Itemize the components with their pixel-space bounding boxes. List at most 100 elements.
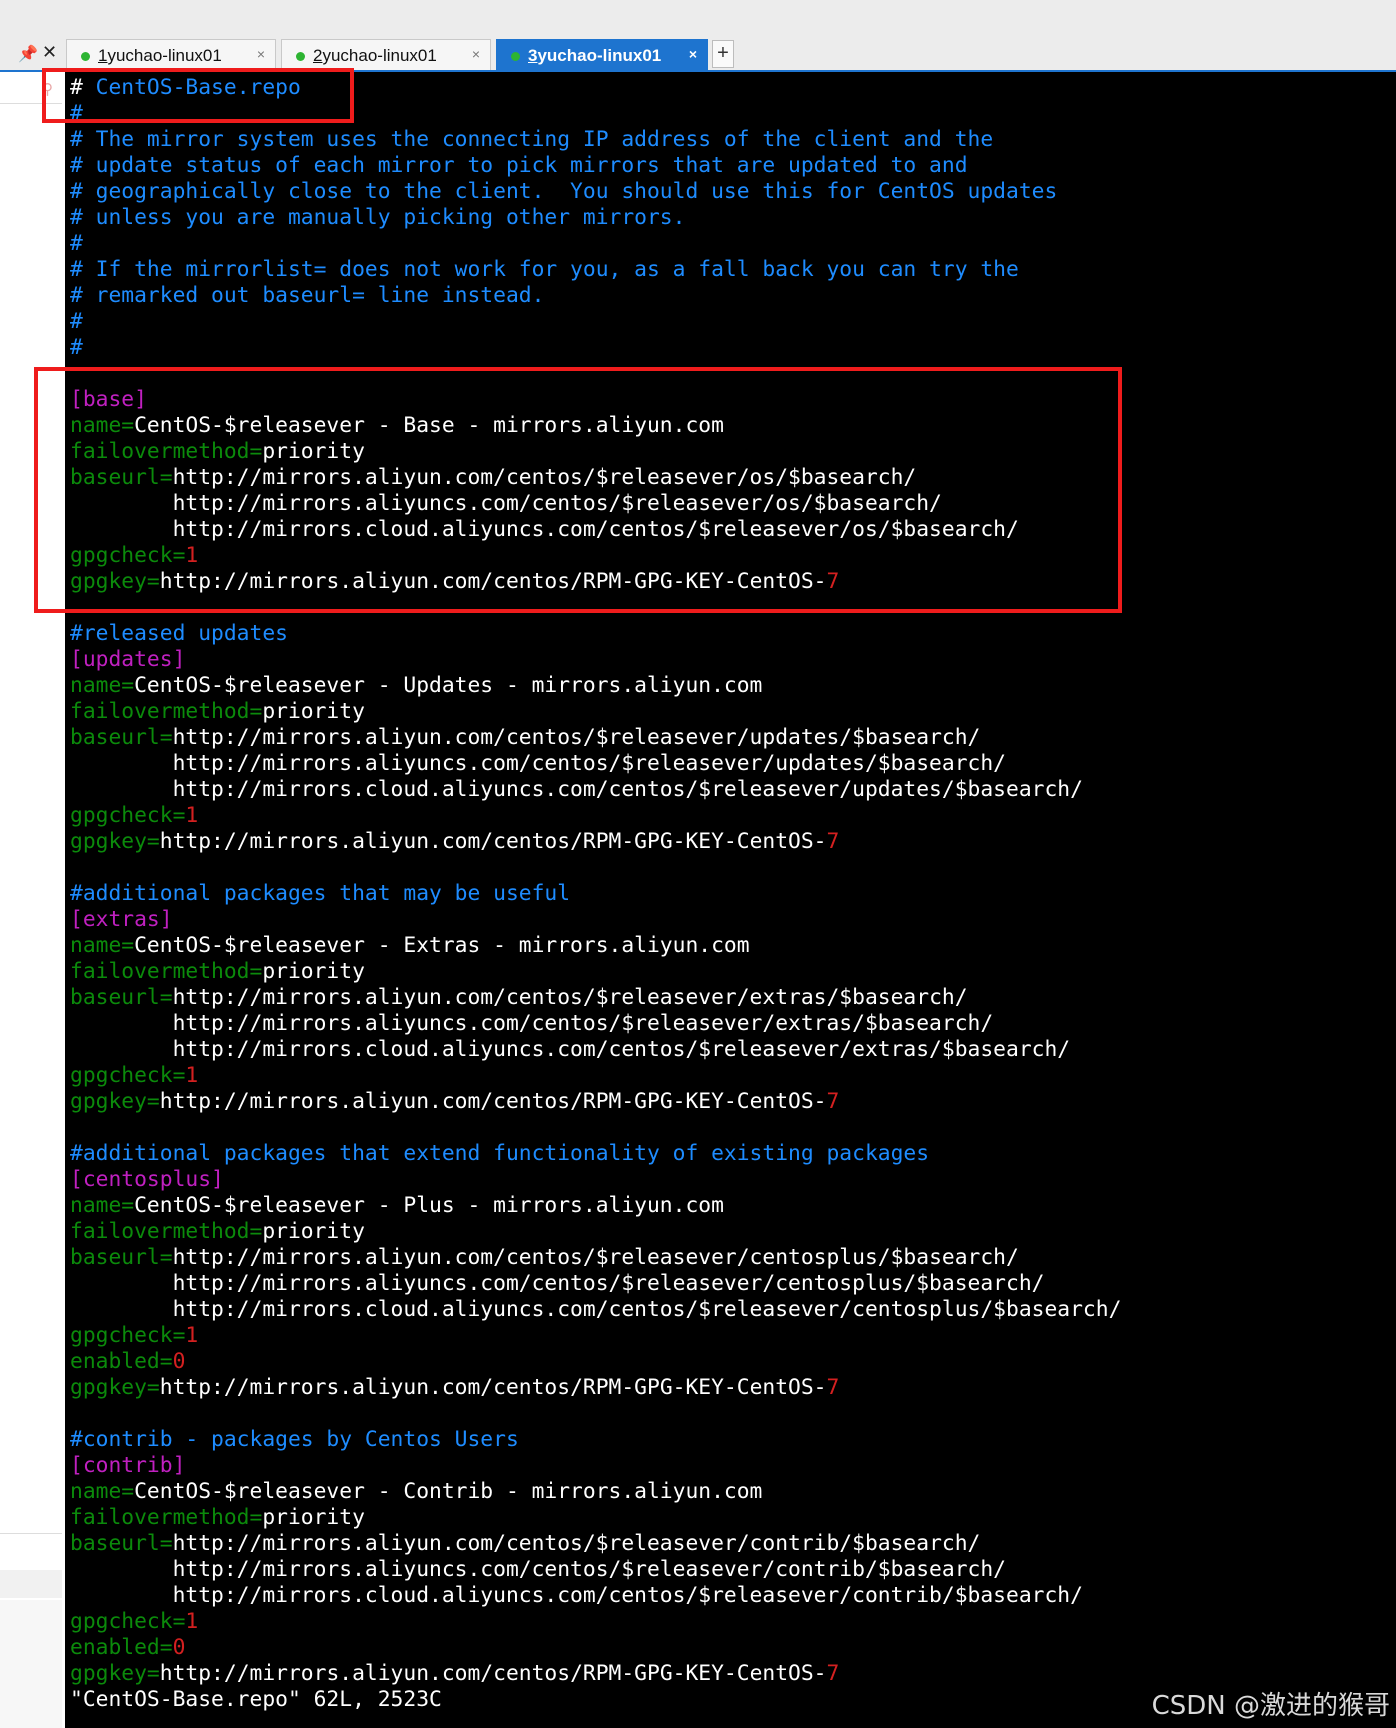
terminal-text: name= xyxy=(70,1193,135,1218)
terminal-text: http://mirrors.aliyun.com/centos/$releas… xyxy=(172,465,917,490)
terminal-text: gpgkey= xyxy=(70,569,160,594)
terminal-text: 1 xyxy=(185,543,199,568)
terminal-text: name= xyxy=(70,413,135,438)
terminal-text: priority xyxy=(262,1219,365,1244)
terminal-text: 7 xyxy=(826,829,840,854)
terminal-text: http://mirrors.cloud.aliyuncs.com/centos… xyxy=(70,1297,1122,1322)
panel-row xyxy=(0,1600,62,1728)
terminal-text: http://mirrors.aliyuncs.com/centos/$rele… xyxy=(70,1557,1006,1582)
tab-label: yuchao-linux01 xyxy=(107,46,222,65)
terminal-text: gpgcheck= xyxy=(70,1323,186,1348)
terminal-text: #additional packages that may be useful xyxy=(70,881,571,906)
terminal-text: http://mirrors.cloud.aliyuncs.com/centos… xyxy=(70,777,1083,802)
tab-session-2[interactable]: 2 yuchao-linux01 × xyxy=(281,39,491,72)
terminal-text: http://mirrors.aliyun.com/centos/RPM-GPG… xyxy=(159,1661,827,1686)
tab-number: 3 xyxy=(528,46,538,65)
terminal-text: CentOS-$releasever - Base - mirrors.aliy… xyxy=(134,413,724,438)
close-icon[interactable]: ✕ xyxy=(42,42,57,63)
terminal-text: baseurl= xyxy=(70,985,173,1010)
terminal-text: [updates] xyxy=(70,647,186,672)
terminal-text: 7 xyxy=(826,569,840,594)
terminal-text: http://mirrors.aliyuncs.com/centos/$rele… xyxy=(70,491,942,516)
terminal-line: [updates] xyxy=(70,647,1121,673)
terminal-text: gpgkey= xyxy=(70,1661,160,1686)
terminal-line: http://mirrors.cloud.aliyuncs.com/centos… xyxy=(70,1583,1121,1609)
terminal-text: #contrib - packages by Centos Users xyxy=(70,1427,519,1452)
terminal-line: gpgcheck=1 xyxy=(70,803,1121,829)
tab-number: 2 xyxy=(313,46,323,65)
terminal-text: failovermethod= xyxy=(70,439,263,464)
terminal-line: http://mirrors.cloud.aliyuncs.com/centos… xyxy=(70,1297,1122,1323)
terminal-line: baseurl=http://mirrors.aliyun.com/centos… xyxy=(70,1531,1121,1557)
terminal-text: name= xyxy=(70,1479,135,1504)
terminal-text: CentOS-$releasever - Contrib - mirrors.a… xyxy=(134,1479,763,1504)
terminal-line: name=CentOS-$releasever - Plus - mirrors… xyxy=(70,1193,1121,1219)
terminal-line: http://mirrors.aliyuncs.com/centos/$rele… xyxy=(70,491,1121,517)
tab-session-1[interactable]: 1 yuchao-linux01 × xyxy=(66,39,276,72)
terminal-line: failovermethod=priority xyxy=(70,1505,1121,1531)
terminal-text: enabled= xyxy=(70,1635,173,1660)
terminal-text: CentOS-$releasever - Plus - mirrors.aliy… xyxy=(134,1193,724,1218)
terminal-line: http://mirrors.aliyuncs.com/centos/$rele… xyxy=(70,1011,1121,1037)
terminal-text: name= xyxy=(70,933,135,958)
terminal-text: priority xyxy=(262,439,365,464)
new-tab-button[interactable]: + xyxy=(712,40,734,68)
terminal-line: http://mirrors.aliyuncs.com/centos/$rele… xyxy=(70,1271,1121,1297)
tab-close-button[interactable]: × xyxy=(689,46,697,62)
terminal-text: http://mirrors.cloud.aliyuncs.com/centos… xyxy=(70,517,1019,542)
terminal-text: http://mirrors.aliyun.com/centos/$releas… xyxy=(172,725,981,750)
watermark: CSDN @激进的猴哥 xyxy=(1151,1691,1390,1721)
terminal-text: priority xyxy=(262,959,365,984)
terminal-text: http://mirrors.cloud.aliyuncs.com/centos… xyxy=(70,1583,1083,1608)
terminal-text: gpgkey= xyxy=(70,829,160,854)
terminal-text: failovermethod= xyxy=(70,1219,263,1244)
terminal-line: gpgcheck=1 xyxy=(70,1323,1121,1349)
connection-status-icon xyxy=(511,51,520,61)
terminal-text: http://mirrors.aliyun.com/centos/RPM-GPG… xyxy=(159,829,827,854)
terminal-line: http://mirrors.aliyuncs.com/centos/$rele… xyxy=(70,1557,1121,1583)
terminal-text: 1 xyxy=(185,1323,199,1348)
tab-session-3[interactable]: 3 yuchao-linux01 × xyxy=(496,39,708,72)
terminal-text: http://mirrors.aliyuncs.com/centos/$rele… xyxy=(70,1271,1045,1296)
terminal-text: # The mirror system uses the connecting … xyxy=(70,127,994,152)
terminal-text: 7 xyxy=(826,1089,840,1114)
pin-icon[interactable]: 📌 xyxy=(18,44,38,64)
terminal-text: enabled= xyxy=(70,1349,173,1374)
search-icon[interactable]: ⚲ xyxy=(42,80,53,98)
tab-close-button[interactable]: × xyxy=(257,46,265,62)
terminal-text: #additional packages that extend functio… xyxy=(70,1141,930,1166)
terminal-text: 7 xyxy=(826,1375,840,1400)
terminal-line: # If the mirrorlist= does not work for y… xyxy=(70,257,1121,283)
terminal-line: failovermethod=priority xyxy=(70,1219,1121,1245)
terminal-line: http://mirrors.cloud.aliyuncs.com/centos… xyxy=(70,777,1121,803)
terminal-text: http://mirrors.aliyun.com/centos/$releas… xyxy=(172,1531,981,1556)
terminal-text: 1 xyxy=(185,803,199,828)
terminal-line: enabled=0 xyxy=(70,1635,1121,1661)
terminal-line: baseurl=http://mirrors.aliyun.com/centos… xyxy=(70,1245,1121,1271)
terminal-line: name=CentOS-$releasever - Contrib - mirr… xyxy=(70,1479,1121,1505)
terminal-text: failovermethod= xyxy=(70,699,263,724)
terminal-line: baseurl=http://mirrors.aliyun.com/centos… xyxy=(70,985,1121,1011)
terminal-text: 0 xyxy=(172,1635,186,1660)
terminal-line: http://mirrors.aliyuncs.com/centos/$rele… xyxy=(70,751,1121,777)
tab-label: yuchao-linux01 xyxy=(322,46,437,65)
terminal-text: "CentOS-Base.repo" 62L, 2523C xyxy=(70,1687,442,1712)
terminal-line: gpgcheck=1 xyxy=(70,1063,1121,1089)
terminal-text: gpgcheck= xyxy=(70,1609,186,1634)
terminal-line: http://mirrors.cloud.aliyuncs.com/centos… xyxy=(70,1037,1121,1063)
terminal-text: http://mirrors.aliyun.com/centos/$releas… xyxy=(172,985,968,1010)
divider xyxy=(0,1533,62,1534)
terminal-window[interactable]: # CentOS-Base.repo # # The mirror system u… xyxy=(65,72,1396,1728)
terminal-text: http://mirrors.aliyun.com/centos/$releas… xyxy=(172,1245,1019,1270)
terminal-text: http://mirrors.aliyun.com/centos/RPM-GPG… xyxy=(159,1089,827,1114)
terminal-text: 1 xyxy=(185,1063,199,1088)
terminal-text: # If the mirrorlist= does not work for y… xyxy=(70,257,1019,282)
terminal-text: gpgcheck= xyxy=(70,803,186,828)
terminal-text: [centosplus] xyxy=(70,1167,224,1192)
terminal-line: [extras] xyxy=(70,907,1121,933)
terminal-text: # geographically close to the client. Yo… xyxy=(70,179,1058,204)
tab-close-button[interactable]: × xyxy=(472,46,480,62)
